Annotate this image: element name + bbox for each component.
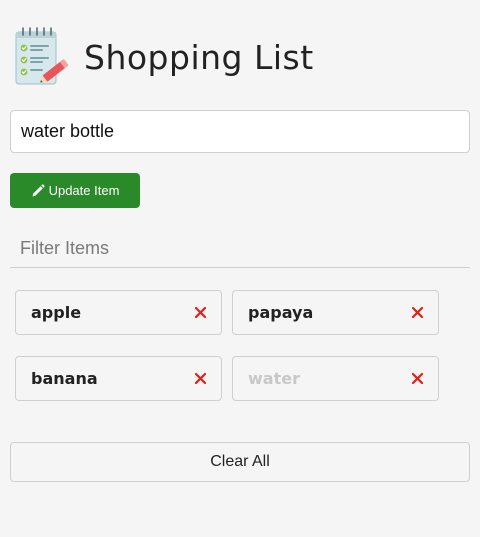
page-title: Shopping List bbox=[84, 38, 314, 77]
update-item-label: Update Item bbox=[48, 183, 120, 198]
close-x-icon[interactable] bbox=[411, 306, 424, 319]
update-item-button[interactable]: Update Item bbox=[10, 173, 140, 208]
item-input[interactable] bbox=[10, 110, 470, 153]
shopping-list-app: Shopping List Update Item apple papaya b… bbox=[10, 0, 470, 537]
list-item-label: banana bbox=[31, 369, 98, 388]
close-x-icon[interactable] bbox=[194, 306, 207, 319]
list-item[interactable]: apple bbox=[15, 290, 222, 335]
list-item-editing[interactable]: water bbox=[232, 356, 439, 401]
list-item[interactable]: banana bbox=[15, 356, 222, 401]
filter-input[interactable] bbox=[10, 230, 470, 268]
clear-all-button[interactable]: Clear All bbox=[10, 442, 470, 482]
item-list: apple papaya banana water bbox=[15, 290, 455, 402]
notepad-checklist-icon bbox=[15, 27, 69, 85]
close-x-icon[interactable] bbox=[194, 372, 207, 385]
header: Shopping List bbox=[10, 24, 470, 92]
list-item-label: water bbox=[248, 369, 300, 388]
list-item-label: papaya bbox=[248, 303, 314, 322]
close-x-icon[interactable] bbox=[411, 372, 424, 385]
list-item-label: apple bbox=[31, 303, 82, 322]
list-item[interactable]: papaya bbox=[232, 290, 439, 335]
pencil-icon bbox=[32, 183, 45, 196]
